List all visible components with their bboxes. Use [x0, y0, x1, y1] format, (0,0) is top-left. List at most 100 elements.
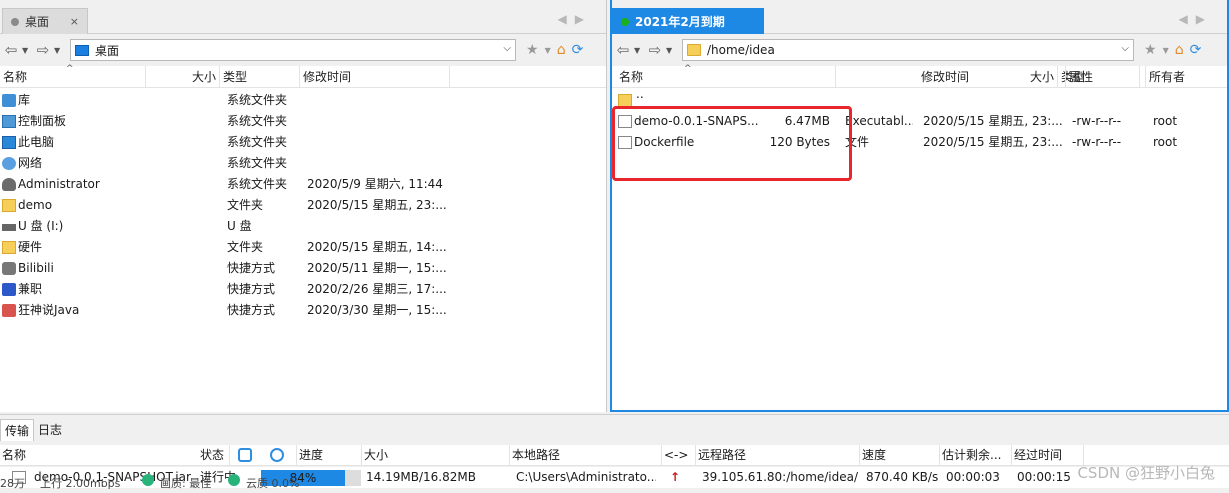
list-item[interactable]: Administrator 系统文件夹 2020/5/9 星期六, 11:44 [0, 174, 606, 195]
col-local-path[interactable]: 本地路径 [510, 445, 662, 466]
tab-label: 2021年2月到期 [635, 15, 725, 29]
annotation-highlight-box [612, 106, 852, 181]
computer-icon [2, 136, 16, 149]
remote-tool-icons: ★ ▼ ⌂ ⟳ [1144, 42, 1201, 58]
col-mtime[interactable]: 修改时间 [300, 66, 450, 88]
col-direction[interactable]: <-> [662, 445, 696, 466]
file-name: Administrator [18, 177, 100, 191]
file-name: U 盘 (I:) [18, 219, 64, 233]
tab-remote-server[interactable]: 2021年2月到期 [612, 8, 764, 34]
sync-icon[interactable] [270, 448, 284, 462]
back-icon[interactable]: ⇦ [2, 40, 20, 60]
file-attr: -rw-r--r-- [1072, 114, 1122, 128]
close-icon[interactable]: × [70, 15, 79, 28]
chevron-down-icon[interactable]: ⌵ [503, 43, 511, 54]
file-type: 快捷方式 [227, 282, 276, 296]
tab-scroll-arrows[interactable]: ◀▶ [558, 12, 592, 26]
tab-scroll-arrows[interactable]: ◀▶ [1179, 12, 1213, 26]
list-item[interactable]: 控制面板 系统文件夹 [0, 111, 606, 132]
file-type: 文件夹 [227, 240, 264, 254]
col-attr[interactable]: 属性 [1066, 66, 1146, 88]
list-item[interactable]: 兼职 快捷方式 2020/2/26 星期三, 17:... [0, 279, 606, 300]
app-icon [2, 283, 16, 296]
home-icon[interactable]: ⌂ [1175, 42, 1184, 58]
tab-log[interactable]: 日志 [34, 419, 66, 441]
home-icon[interactable]: ⌂ [557, 42, 566, 58]
drive-icon [2, 224, 16, 231]
forward-icon[interactable]: ⇨ [646, 40, 664, 60]
local-tool-icons: ★ ▼ ⌂ ⟳ [526, 42, 583, 58]
col-mtime[interactable]: 修改时间 [918, 66, 1066, 88]
col-name[interactable]: 名称 ^ [0, 64, 146, 88]
col-remaining[interactable]: 估计剩余... [940, 445, 1012, 466]
folder-icon [2, 241, 16, 254]
video-status-strip: 28万 上行 2.00mbps 画质: 最佳 云质 0.0% [0, 474, 1229, 493]
list-item[interactable]: demo 文件夹 2020/5/15 星期五, 23:... [0, 195, 606, 216]
user-icon [2, 178, 16, 191]
col-size[interactable]: 大小 [362, 445, 510, 466]
watermark: CSDN @狂野小白兔 [1077, 464, 1215, 482]
col-name[interactable]: 名称 ^ [612, 64, 836, 88]
star-dropdown-icon[interactable]: ▼ [545, 46, 551, 55]
col-elapsed[interactable]: 经过时间 [1012, 445, 1084, 466]
sort-up-icon: ^ [66, 64, 74, 74]
col-progress[interactable]: 进度 [296, 445, 362, 466]
back-icon[interactable]: ⇦ [614, 40, 632, 60]
status-left: 28万 [0, 477, 25, 490]
local-toolbar: ⇦ ▼ ⇨ ▼ 桌面 ⌵ ★ ▼ ⌂ ⟳ [0, 34, 606, 66]
connected-dot-icon [621, 17, 629, 26]
forward-dropdown-icon[interactable]: ▼ [666, 46, 676, 55]
file-name: Bilibili [18, 261, 54, 275]
list-item[interactable]: U 盘 (I:) U 盘 [0, 216, 606, 237]
local-address-bar[interactable]: 桌面 ⌵ [70, 39, 516, 61]
file-mtime: 2020/5/15 星期五, 23:... [923, 114, 1063, 128]
col-speed[interactable]: 速度 [860, 445, 940, 466]
remote-address-bar[interactable]: /home/idea ⌵ [682, 39, 1134, 61]
file-name: demo [18, 198, 53, 212]
refresh-icon[interactable]: ⟳ [572, 42, 584, 58]
back-dropdown-icon[interactable]: ▼ [22, 46, 32, 55]
list-item[interactable]: 库 系统文件夹 [0, 90, 606, 111]
file-mtime: 2020/5/15 星期五, 14:... [307, 240, 447, 254]
lock-icon[interactable] [238, 448, 252, 462]
col-type[interactable]: 类型 [220, 66, 300, 88]
list-item[interactable]: 网络 系统文件夹 [0, 153, 606, 174]
star-dropdown-icon[interactable]: ▼ [1163, 46, 1169, 55]
forward-dropdown-icon[interactable]: ▼ [54, 46, 64, 55]
list-item[interactable]: 狂神说Java 快捷方式 2020/3/30 星期一, 15:... [0, 300, 606, 321]
file-type: 快捷方式 [227, 303, 276, 317]
tab-transfers[interactable]: 传输 [0, 419, 35, 441]
address-text: 桌面 [95, 43, 120, 58]
list-item[interactable]: 硬件 文件夹 2020/5/15 星期五, 14:... [0, 237, 606, 258]
tab-status-dot [11, 17, 19, 26]
file-attr: -rw-r--r-- [1072, 135, 1122, 149]
java-icon [2, 304, 16, 317]
file-type: 文件 [845, 135, 870, 149]
back-dropdown-icon[interactable]: ▼ [634, 46, 644, 55]
refresh-icon[interactable]: ⟳ [1190, 42, 1202, 58]
list-item[interactable]: 此电脑 系统文件夹 [0, 132, 606, 153]
remote-toolbar: ⇦ ▼ ⇨ ▼ /home/idea ⌵ ★ ▼ ⌂ ⟳ [612, 34, 1227, 66]
status-upload: 上行 2.00mbps [40, 477, 121, 490]
tab-label: 桌面 [25, 15, 50, 29]
file-name: 库 [18, 93, 31, 107]
local-tab-bar: 桌面 × ◀▶ [0, 0, 606, 34]
network-icon [2, 157, 16, 170]
file-mtime: 2020/2/26 星期三, 17:... [307, 282, 447, 296]
transfer-column-header: 名称 状态 进度 大小 本地路径 <-> 远程路径 速度 估计剩余... 经过时… [0, 445, 1229, 466]
star-icon[interactable]: ★ [526, 42, 539, 58]
col-remote-path[interactable]: 远程路径 [696, 445, 860, 466]
tab-local-desktop[interactable]: 桌面 × [2, 8, 88, 34]
local-file-list: 库系统文件夹 控制面板 系统文件夹 此电脑 系统文件夹 网络 系统文件夹 Administra… [0, 90, 606, 321]
col-size[interactable]: 大小 [146, 66, 220, 88]
forward-icon[interactable]: ⇨ [34, 40, 52, 60]
list-item[interactable]: Bilibili 快捷方式 2020/5/11 星期一, 15:... [0, 258, 606, 279]
col-owner[interactable]: 所有者 [1146, 66, 1227, 88]
local-column-header: 名称 ^ 大小 类型 修改时间 [0, 64, 606, 88]
file-name: 狂神说Java [18, 303, 80, 317]
quality-icon [142, 474, 154, 486]
chevron-down-icon[interactable]: ⌵ [1121, 43, 1129, 54]
star-icon[interactable]: ★ [1144, 42, 1157, 58]
address-text: /home/idea [707, 43, 775, 57]
folder-icon [687, 44, 701, 56]
